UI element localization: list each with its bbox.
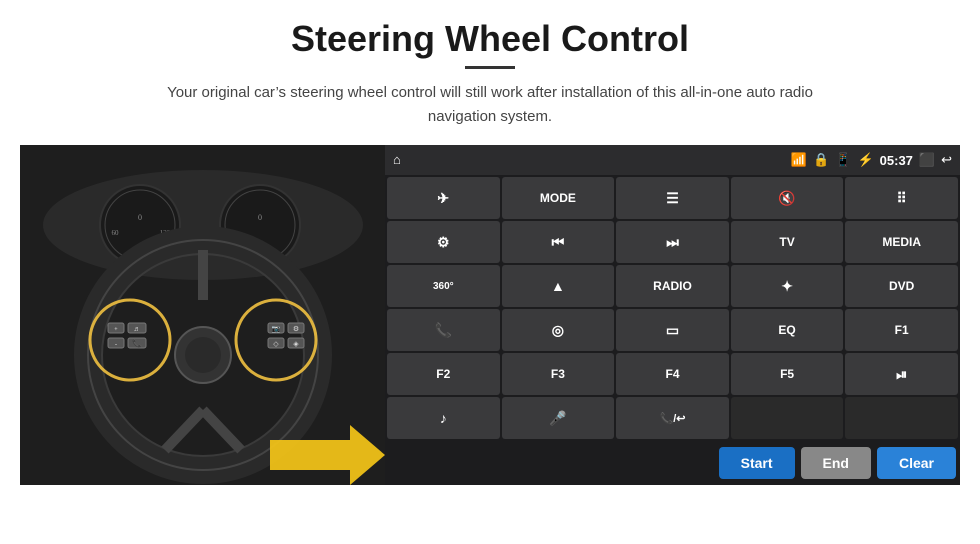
f4-label: F4: [665, 367, 679, 381]
btn-f4[interactable]: F4: [616, 353, 729, 395]
btn-music[interactable]: ♪: [387, 397, 500, 439]
brightness-icon: ✦: [781, 278, 793, 295]
page-subtitle: Your original car’s steering wheel contr…: [140, 81, 840, 129]
tv-label: TV: [779, 235, 794, 249]
back-icon: ↩: [941, 152, 952, 168]
status-time: 05:37: [880, 153, 913, 168]
status-bar-left: ⌂: [393, 152, 401, 168]
content-area: 0 60 120 0: [20, 145, 960, 485]
svg-text:-: -: [115, 342, 117, 348]
status-bar-right: 📶 🔒 📱 ⚡ 05:37 ⬛ ↩: [791, 152, 952, 168]
steering-wheel-image: 0 60 120 0: [20, 145, 385, 485]
btn-eject[interactable]: ▲: [502, 265, 615, 307]
f1-label: F1: [895, 323, 909, 337]
btn-next[interactable]: ⏭: [616, 221, 729, 263]
btn-f5[interactable]: F5: [731, 353, 844, 395]
btn-navigate[interactable]: ✈: [387, 177, 500, 219]
prev-icon: ⏮: [552, 234, 565, 251]
svg-text:60: 60: [112, 229, 120, 237]
page-title: Steering Wheel Control: [291, 18, 689, 60]
btn-empty2: [845, 397, 958, 439]
bluetooth-icon: ⚡: [857, 152, 873, 168]
menu-icon: ☰: [666, 190, 679, 207]
360-label: 360°: [433, 281, 454, 292]
dvd-label: DVD: [889, 279, 914, 293]
btn-tv[interactable]: TV: [731, 221, 844, 263]
eq-label: EQ: [778, 323, 795, 337]
f5-label: F5: [780, 367, 794, 381]
svg-text:📷: 📷: [272, 325, 281, 333]
btn-settings[interactable]: ⚙: [387, 221, 500, 263]
sim-icon: 📱: [835, 152, 851, 168]
svg-text:0: 0: [138, 213, 142, 222]
navigate-icon: ✈: [437, 190, 449, 207]
playpause-icon: ⏯: [896, 366, 907, 383]
svg-text:♬: ♬: [134, 325, 141, 333]
control-panel: ⌂ 📶 🔒 📱 ⚡ 05:37 ⬛ ↩ ✈ MODE ☰ 🔇: [385, 145, 960, 485]
btn-rect[interactable]: ▭: [616, 309, 729, 351]
btn-playpause[interactable]: ⏯: [845, 353, 958, 395]
rect-icon: ▭: [666, 322, 679, 339]
btn-f3[interactable]: F3: [502, 353, 615, 395]
page-container: Steering Wheel Control Your original car…: [0, 0, 980, 544]
next-icon: ⏭: [666, 234, 679, 251]
btn-mode[interactable]: MODE: [502, 177, 615, 219]
svg-text:0: 0: [258, 213, 262, 222]
phone-icon: 📞: [435, 322, 452, 339]
btn-brightness[interactable]: ✦: [731, 265, 844, 307]
btn-call[interactable]: 📞/↩: [616, 397, 729, 439]
btn-radio[interactable]: RADIO: [616, 265, 729, 307]
screenshot-icon: ⬛: [919, 152, 935, 168]
btn-dvd[interactable]: DVD: [845, 265, 958, 307]
btn-mute[interactable]: 🔇: [731, 177, 844, 219]
call-icon: 📞/↩: [660, 412, 686, 425]
svg-text:⚙: ⚙: [293, 325, 299, 333]
btn-media[interactable]: MEDIA: [845, 221, 958, 263]
btn-mic[interactable]: 🎤: [502, 397, 615, 439]
btn-circle[interactable]: ◎: [502, 309, 615, 351]
end-button[interactable]: End: [801, 447, 871, 479]
settings-icon: ⚙: [437, 234, 450, 251]
btn-empty1: [731, 397, 844, 439]
eject-icon: ▲: [551, 278, 565, 294]
title-divider: [465, 66, 515, 69]
start-button[interactable]: Start: [719, 447, 795, 479]
wifi-icon: 📶: [791, 152, 807, 168]
btn-phone[interactable]: 📞: [387, 309, 500, 351]
lock-icon: 🔒: [813, 152, 829, 168]
circle-icon: ◎: [552, 322, 564, 339]
btn-f2[interactable]: F2: [387, 353, 500, 395]
radio-label: RADIO: [653, 279, 692, 293]
status-bar: ⌂ 📶 🔒 📱 ⚡ 05:37 ⬛ ↩: [385, 145, 960, 175]
f2-label: F2: [436, 367, 450, 381]
btn-f1[interactable]: F1: [845, 309, 958, 351]
f3-label: F3: [551, 367, 565, 381]
mic-icon: 🎤: [549, 410, 566, 427]
apps-icon: ⠿: [897, 190, 907, 207]
btn-eq[interactable]: EQ: [731, 309, 844, 351]
btn-apps[interactable]: ⠿: [845, 177, 958, 219]
media-label: MEDIA: [882, 235, 921, 249]
btn-prev[interactable]: ⏮: [502, 221, 615, 263]
action-bar: Start End Clear: [385, 441, 960, 485]
btn-menu[interactable]: ☰: [616, 177, 729, 219]
music-icon: ♪: [440, 410, 447, 426]
clear-button[interactable]: Clear: [877, 447, 956, 479]
svg-text:📞: 📞: [132, 338, 142, 348]
button-grid: ✈ MODE ☰ 🔇 ⠿ ⚙ ⏮ ⏭ TV MEDIA 360° ▲ RADIO…: [385, 175, 960, 441]
mute-icon: 🔇: [778, 190, 795, 207]
mode-label: MODE: [540, 191, 576, 205]
svg-text:◈: ◈: [293, 340, 299, 348]
btn-360[interactable]: 360°: [387, 265, 500, 307]
home-icon: ⌂: [393, 152, 401, 168]
svg-text:◇: ◇: [273, 340, 279, 348]
